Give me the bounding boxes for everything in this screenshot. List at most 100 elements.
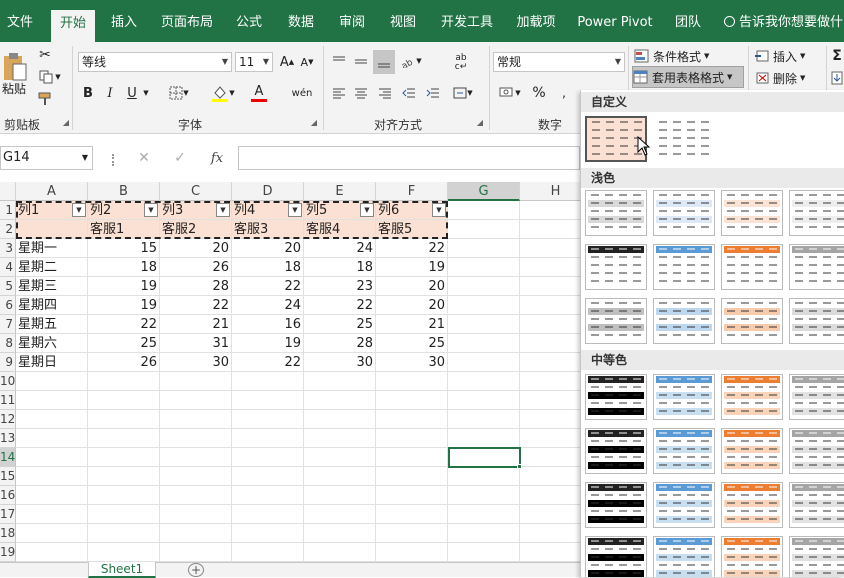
row-header[interactable]: 4	[0, 258, 16, 277]
table-style-swatch[interactable]	[653, 482, 715, 528]
tab-developer[interactable]: 开发工具	[435, 8, 499, 42]
filter-dropdown-icon[interactable]: ▼	[144, 203, 158, 217]
table-cell[interactable]	[448, 524, 520, 543]
table-cell[interactable]	[448, 239, 520, 258]
table-cell[interactable]	[448, 505, 520, 524]
worksheet-grid[interactable]: A B C D E F G H 1 列1 ▼ 列2 ▼ 列3 ▼ 列4 ▼ 列5 ▼ 列6 ▼ 2 客服1 客服2 客服3 客服4…	[0, 182, 580, 562]
phonetic-button[interactable]: wén	[288, 82, 316, 104]
filter-dropdown-icon[interactable]: ▼	[432, 203, 446, 217]
table-cell[interactable]	[232, 410, 304, 429]
table-style-swatch[interactable]	[721, 190, 783, 236]
table-style-swatch[interactable]	[585, 374, 647, 420]
table-cell[interactable]: 18	[88, 258, 160, 277]
table-cell[interactable]	[448, 467, 520, 486]
table-cell[interactable]	[520, 372, 580, 391]
fill-icon[interactable]	[830, 68, 844, 88]
table-cell[interactable]	[376, 467, 448, 486]
tab-addins[interactable]: 加载项	[510, 8, 562, 42]
table-cell[interactable]	[88, 372, 160, 391]
table-cell[interactable]: 26	[88, 353, 160, 372]
table-cell[interactable]	[304, 429, 376, 448]
table-cell[interactable]	[448, 315, 520, 334]
table-cell[interactable]: 21	[376, 315, 448, 334]
table-cell[interactable]	[16, 524, 88, 543]
table-cell[interactable]	[376, 410, 448, 429]
table-cell[interactable]	[16, 372, 88, 391]
table-cell[interactable]	[160, 543, 232, 562]
table-cell[interactable]	[88, 410, 160, 429]
table-cell[interactable]	[448, 391, 520, 410]
row-header[interactable]: 8	[0, 334, 16, 353]
table-cell[interactable]: 26	[160, 258, 232, 277]
table-style-swatch[interactable]	[789, 536, 844, 577]
table-cell[interactable]	[16, 220, 88, 239]
table-cell[interactable]: 22	[232, 277, 304, 296]
sheet-tab-sheet1[interactable]: Sheet1	[88, 562, 156, 578]
table-cell[interactable]: 25	[376, 334, 448, 353]
table-cell[interactable]: 星期一	[16, 239, 88, 258]
table-cell[interactable]	[448, 277, 520, 296]
table-cell[interactable]	[520, 239, 580, 258]
table-style-swatch[interactable]	[721, 428, 783, 474]
tab-file[interactable]: 文件	[2, 8, 38, 42]
table-cell[interactable]	[16, 448, 88, 467]
filter-dropdown-icon[interactable]: ▼	[216, 203, 230, 217]
table-cell[interactable]	[448, 334, 520, 353]
table-style-swatch[interactable]	[721, 244, 783, 290]
autosum-icon[interactable]: Σ	[830, 46, 844, 66]
table-cell[interactable]	[88, 467, 160, 486]
cancel-icon[interactable]: ✕	[132, 148, 156, 168]
table-cell[interactable]	[88, 486, 160, 505]
table-cell[interactable]	[520, 467, 580, 486]
table-cell[interactable]: 28	[160, 277, 232, 296]
table-style-swatch[interactable]	[585, 482, 647, 528]
row-header[interactable]: 9	[0, 353, 16, 372]
fill-handle[interactable]	[517, 464, 522, 469]
table-cell[interactable]	[448, 372, 520, 391]
selected-cell[interactable]	[448, 447, 521, 468]
row-header[interactable]: 15	[0, 467, 16, 486]
filter-dropdown-icon[interactable]: ▼	[360, 203, 374, 217]
orientation-icon[interactable]: ab ▼	[398, 52, 424, 70]
tell-me-box[interactable]: 告诉我你想要做什	[724, 8, 843, 42]
table-style-swatch[interactable]	[585, 536, 647, 577]
table-cell[interactable]	[520, 353, 580, 372]
table-style-swatch[interactable]	[585, 428, 647, 474]
table-cell[interactable]	[376, 372, 448, 391]
table-cell[interactable]	[448, 220, 520, 239]
table-cell[interactable]	[160, 410, 232, 429]
table-cell[interactable]: 15	[88, 239, 160, 258]
table-cell[interactable]	[16, 505, 88, 524]
table-cell[interactable]: 列5 ▼	[304, 201, 376, 220]
add-sheet-icon[interactable]: +	[188, 563, 204, 577]
table-cell[interactable]	[520, 448, 580, 467]
table-style-swatch[interactable]	[721, 536, 783, 577]
table-cell[interactable]	[304, 505, 376, 524]
table-cell[interactable]: 25	[88, 334, 160, 353]
row-header[interactable]: 2	[0, 220, 16, 239]
clipboard-launcher-icon[interactable]: ◢	[62, 118, 70, 127]
table-cell[interactable]: 19	[88, 296, 160, 315]
row-header[interactable]: 16	[0, 486, 16, 505]
table-cell[interactable]	[88, 429, 160, 448]
table-cell[interactable]	[448, 486, 520, 505]
tab-page-layout[interactable]: 页面布局	[156, 8, 218, 42]
table-style-swatch[interactable]	[653, 116, 717, 162]
table-style-swatch[interactable]	[585, 298, 647, 344]
tab-data[interactable]: 数据	[281, 8, 321, 42]
alignment-launcher-icon[interactable]: ◢	[476, 118, 484, 127]
row-header[interactable]: 5	[0, 277, 16, 296]
cut-icon[interactable]: ✂	[36, 46, 54, 64]
table-style-swatch[interactable]	[789, 428, 844, 474]
column-header[interactable]: E	[304, 182, 376, 201]
name-box[interactable]: G14 ▼	[0, 146, 93, 170]
enter-check-icon[interactable]: ✓	[168, 148, 192, 168]
table-cell[interactable]: 28	[304, 334, 376, 353]
table-cell[interactable]	[232, 505, 304, 524]
table-style-swatch[interactable]	[653, 244, 715, 290]
insert-function-button[interactable]: fx	[204, 148, 230, 168]
tab-home[interactable]: 开始	[51, 10, 95, 42]
table-cell[interactable]	[448, 258, 520, 277]
table-cell[interactable]: 客服1	[88, 220, 160, 239]
table-style-swatch[interactable]	[585, 190, 647, 236]
